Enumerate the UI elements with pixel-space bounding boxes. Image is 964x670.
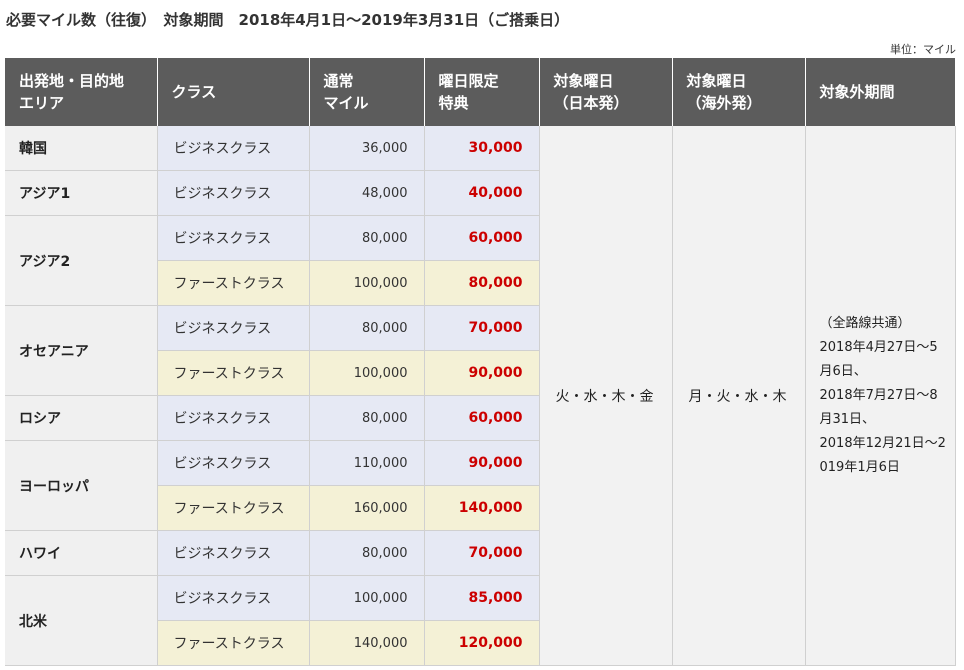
special-miles-cell: 60,000	[424, 395, 540, 441]
header-normal-line2: マイル	[323, 94, 369, 112]
normal-miles-cell: 100,000	[309, 575, 425, 621]
header-special-line1: 曜日限定	[438, 72, 499, 90]
header-special-miles: 曜日限定 特典	[424, 58, 540, 126]
class-cell: ビジネスクラス	[157, 170, 310, 216]
class-cell: ファーストクラス	[157, 260, 310, 306]
class-cell: ファーストクラス	[157, 350, 310, 396]
class-cell: ビジネスクラス	[157, 395, 310, 441]
area-cell: ロシア	[5, 395, 158, 441]
header-special-line2: 特典	[438, 94, 469, 112]
special-miles-cell: 140,000	[424, 485, 540, 531]
header-class: クラス	[157, 58, 310, 126]
table-row: 韓国 ビジネスクラス 36,000 30,000 火・水・木・金 月・火・水・木…	[5, 126, 956, 666]
header-days-overseas-line1: 対象曜日	[686, 72, 747, 90]
excluded-line: 2018年7月27日～8月31日、	[819, 387, 938, 427]
header-excluded-label: 対象外期間	[819, 83, 895, 101]
special-miles-cell: 90,000	[424, 350, 540, 396]
area-cell: ヨーロッパ	[5, 440, 158, 531]
normal-miles-cell: 48,000	[309, 170, 425, 216]
normal-miles-cell: 36,000	[309, 126, 425, 171]
special-miles-cell: 30,000	[424, 126, 540, 171]
header-days-overseas-line2: （海外発）	[686, 94, 762, 112]
normal-miles-cell: 100,000	[309, 260, 425, 306]
excluded-line: 2018年12月21日～2019年1月6日	[819, 435, 946, 475]
special-miles-cell: 85,000	[424, 575, 540, 621]
header-area-line2: エリア	[19, 94, 65, 112]
class-cell: ビジネスクラス	[157, 126, 310, 171]
header-row: 出発地・目的地 エリア クラス 通常 マイル 曜日限定 特典 対象曜日 （日本発…	[5, 58, 955, 126]
normal-miles-cell: 80,000	[309, 395, 425, 441]
class-cell: ビジネスクラス	[157, 305, 310, 351]
header-days-japan-line1: 対象曜日	[553, 72, 614, 90]
normal-miles-cell: 80,000	[309, 215, 425, 261]
special-miles-cell: 70,000	[424, 530, 540, 576]
excluded-line: （全路線共通）	[819, 315, 911, 331]
days-japan-cell: 火・水・木・金	[539, 126, 673, 666]
area-cell: オセアニア	[5, 305, 158, 396]
class-cell: ビジネスクラス	[157, 530, 310, 576]
class-cell: ビジネスクラス	[157, 575, 310, 621]
special-miles-cell: 60,000	[424, 215, 540, 261]
header-normal-miles: 通常 マイル	[309, 58, 425, 126]
normal-miles-cell: 80,000	[309, 530, 425, 576]
area-cell: ハワイ	[5, 530, 158, 576]
header-days-japan-line2: （日本発）	[553, 94, 629, 112]
special-miles-cell: 40,000	[424, 170, 540, 216]
header-class-label: クラス	[171, 83, 217, 101]
excluded-period-cell: （全路線共通） 2018年4月27日～5月6日、 2018年7月27日～8月31…	[805, 126, 956, 666]
days-overseas-cell: 月・火・水・木	[672, 126, 806, 666]
unit-label: 単位：マイル	[890, 43, 956, 56]
header-area: 出発地・目的地 エリア	[5, 58, 158, 126]
class-cell: ビジネスクラス	[157, 440, 310, 486]
normal-miles-cell: 80,000	[309, 305, 425, 351]
class-cell: ファーストクラス	[157, 620, 310, 666]
required-miles-table: 出発地・目的地 エリア クラス 通常 マイル 曜日限定 特典 対象曜日 （日本発…	[5, 58, 956, 666]
header-area-line1: 出発地・目的地	[19, 72, 125, 90]
normal-miles-cell: 140,000	[309, 620, 425, 666]
special-miles-cell: 80,000	[424, 260, 540, 306]
special-miles-cell: 70,000	[424, 305, 540, 351]
header-days-japan: 対象曜日 （日本発）	[539, 58, 673, 126]
area-cell: 韓国	[5, 126, 158, 171]
normal-miles-cell: 160,000	[309, 485, 425, 531]
class-cell: ビジネスクラス	[157, 215, 310, 261]
header-excluded-period: 対象外期間	[805, 58, 955, 126]
normal-miles-cell: 110,000	[309, 440, 425, 486]
normal-miles-cell: 100,000	[309, 350, 425, 396]
page-title: 必要マイル数（往復） 対象期間 2018年4月1日～2019年3月31日（ご搭乗…	[6, 11, 570, 29]
header-normal-line1: 通常	[323, 72, 354, 90]
area-cell: 北米	[5, 575, 158, 666]
header-days-overseas: 対象曜日 （海外発）	[672, 58, 806, 126]
area-cell: アジア1	[5, 170, 158, 216]
special-miles-cell: 120,000	[424, 620, 540, 666]
area-cell: アジア2	[5, 215, 158, 306]
class-cell: ファーストクラス	[157, 485, 310, 531]
special-miles-cell: 90,000	[424, 440, 540, 486]
excluded-line: 2018年4月27日～5月6日、	[819, 339, 938, 379]
